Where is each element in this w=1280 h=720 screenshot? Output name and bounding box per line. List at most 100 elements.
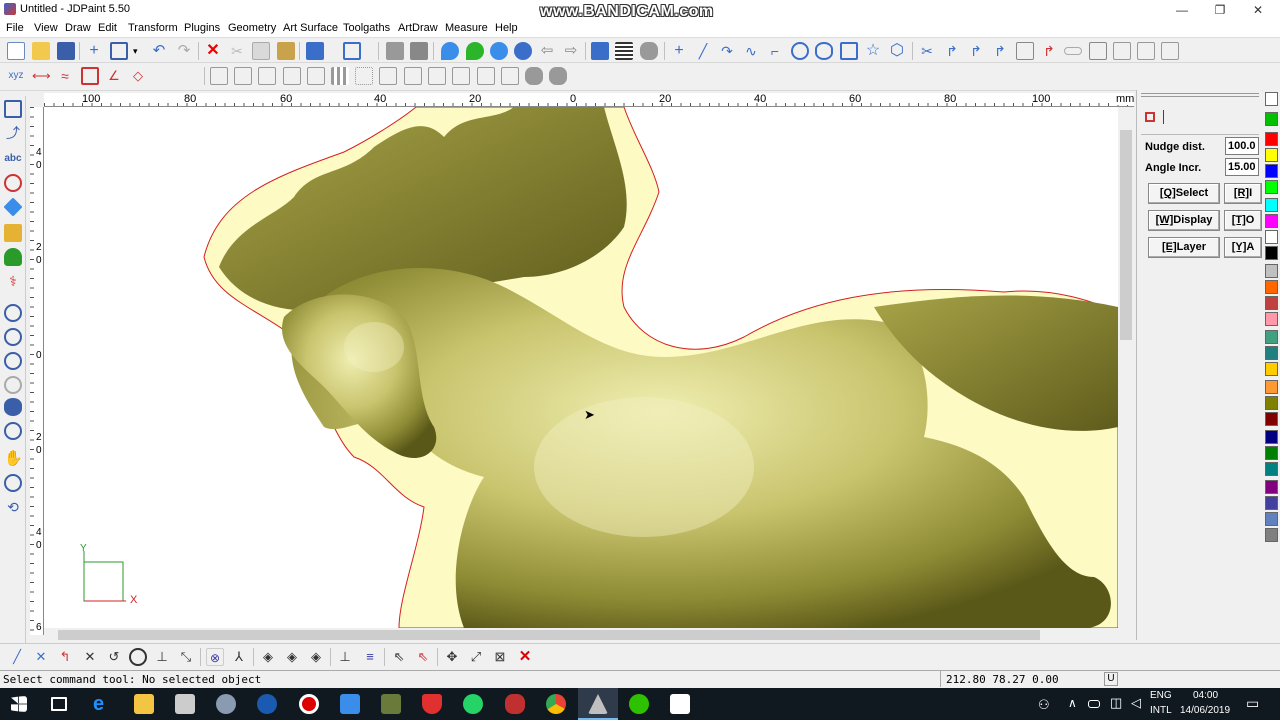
copy-icon[interactable] — [252, 42, 270, 60]
panel-grip[interactable] — [1141, 93, 1259, 97]
array-icon[interactable] — [331, 67, 349, 85]
windows-start-icon[interactable] — [11, 696, 27, 712]
r-button[interactable]: [R]I — [1224, 183, 1262, 204]
color-swatch[interactable] — [1265, 112, 1278, 126]
open-file-icon[interactable] — [32, 42, 50, 60]
color-swatch[interactable] — [1265, 198, 1278, 212]
polyline-icon[interactable]: ⌐ — [766, 42, 784, 60]
slot-icon[interactable] — [1064, 47, 1082, 55]
color-swatch[interactable] — [1265, 380, 1278, 394]
arrow-right-icon[interactable]: ⇨ — [562, 42, 580, 60]
cut-icon[interactable]: ✂ — [228, 42, 246, 60]
angle-incr-input[interactable]: 15.00 — [1225, 158, 1259, 176]
menu-art-surface[interactable]: Art Surface — [283, 22, 338, 34]
snap-endpoint-icon[interactable]: ✕ — [32, 648, 50, 666]
imo-icon[interactable] — [257, 694, 277, 714]
node-connect-icon[interactable] — [514, 42, 532, 60]
transform-scale-icon[interactable] — [307, 67, 325, 85]
group-icon[interactable] — [306, 42, 324, 60]
menu-measure[interactable]: Measure — [445, 22, 488, 34]
snap-arc-icon[interactable]: ↰ — [56, 648, 74, 666]
new-file-icon[interactable] — [7, 42, 25, 60]
vertical-scroll-thumb[interactable] — [1120, 130, 1132, 340]
delete-icon[interactable]: ✕ — [204, 42, 222, 60]
node-move-icon[interactable] — [490, 42, 508, 60]
mirror-icon[interactable] — [1137, 42, 1155, 60]
transform-mirror-icon[interactable] — [234, 67, 252, 85]
angle-icon[interactable]: ∠ — [105, 67, 123, 85]
close-button[interactable]: ✕ — [1238, 0, 1278, 20]
split-icon[interactable] — [501, 67, 519, 85]
color-swatch[interactable] — [1265, 480, 1278, 494]
wave-icon[interactable]: ≈ — [56, 67, 74, 85]
calculator-icon[interactable] — [175, 694, 195, 714]
color-swatch[interactable] — [1265, 330, 1278, 344]
window-app-icon[interactable] — [340, 694, 360, 714]
copy-array-icon[interactable] — [1113, 42, 1131, 60]
color-swatch[interactable] — [1265, 446, 1278, 460]
color-swatch[interactable] — [1265, 230, 1278, 244]
redo-icon[interactable]: ↷ — [175, 42, 193, 60]
polygon-icon[interactable]: ⬡ — [888, 42, 906, 60]
zoom-prev-icon[interactable] — [4, 422, 22, 440]
menu-artdraw[interactable]: ArtDraw — [398, 22, 438, 34]
video-editor-icon[interactable] — [670, 694, 690, 714]
combine-icon[interactable] — [477, 67, 495, 85]
line-icon[interactable]: ╱ — [694, 42, 712, 60]
save-icon[interactable] — [57, 42, 75, 60]
menu-geometry[interactable]: Geometry — [228, 22, 276, 34]
snap-intersect-icon[interactable]: ✕ — [81, 648, 99, 666]
horizontal-scroll-thumb[interactable] — [58, 630, 1040, 640]
color-swatch[interactable] — [1265, 214, 1278, 228]
ellipse-icon[interactable] — [815, 42, 833, 60]
color-swatch[interactable] — [1265, 362, 1278, 376]
menu-transform[interactable]: Transform — [128, 22, 178, 34]
color-swatch[interactable] — [1265, 148, 1278, 162]
diamond-icon[interactable] — [3, 197, 23, 217]
shield-icon[interactable] — [525, 67, 543, 85]
design-app-icon[interactable] — [381, 694, 401, 714]
snap-line-icon[interactable]: ╱ — [8, 648, 26, 666]
color-swatch[interactable] — [1265, 462, 1278, 476]
clock-date[interactable]: 14/06/2019 — [1180, 705, 1230, 716]
lock-icon[interactable] — [386, 42, 404, 60]
color-swatch[interactable] — [1265, 246, 1278, 260]
chrome-icon[interactable] — [546, 694, 566, 714]
select-box-icon[interactable] — [110, 42, 128, 60]
zoom-realtime-icon[interactable] — [4, 474, 22, 492]
undo-icon[interactable]: ↶ — [150, 42, 168, 60]
color-swatch[interactable] — [1265, 180, 1278, 194]
layer-view-icon[interactable] — [591, 42, 609, 60]
people-icon[interactable]: ⚇ — [1038, 697, 1050, 713]
select-button[interactable]: [Q]Select — [1148, 183, 1220, 204]
menu-view[interactable]: View — [34, 22, 58, 34]
task-view-icon[interactable] — [51, 697, 67, 711]
zoom-out-icon[interactable] — [4, 328, 22, 346]
color-swatch[interactable] — [1265, 264, 1278, 278]
dot-grid-icon[interactable] — [355, 67, 373, 85]
jar-app-icon[interactable] — [505, 694, 525, 714]
color-swatch[interactable] — [1265, 132, 1278, 146]
clock-time[interactable]: 04:00 — [1193, 690, 1218, 701]
maximize-button[interactable]: ❐ — [1200, 0, 1240, 20]
color-swatch[interactable] — [1265, 396, 1278, 410]
rotate-view-icon[interactable]: ⟲ — [4, 498, 22, 516]
notification-icon[interactable]: ▭ — [1246, 695, 1259, 712]
align-icon[interactable] — [1161, 42, 1179, 60]
zoom-window-icon[interactable] — [4, 304, 22, 322]
display-button[interactable]: [W]Display — [1148, 210, 1220, 231]
color-swatch[interactable] — [1265, 512, 1278, 526]
corner-icon[interactable] — [1016, 42, 1034, 60]
chain-icon[interactable] — [404, 67, 422, 85]
menu-file[interactable]: File — [6, 22, 24, 34]
tray-expand-icon[interactable]: ∧ — [1068, 696, 1077, 710]
transform-skew-icon[interactable] — [283, 67, 301, 85]
fill-icon[interactable] — [4, 248, 22, 266]
chevron-down-icon[interactable]: ▾ — [133, 42, 143, 60]
color-swatch[interactable] — [1265, 296, 1278, 310]
shield-alt-icon[interactable] — [549, 67, 567, 85]
snap-move-icon[interactable]: ✥ — [443, 648, 461, 666]
antivirus-icon[interactable] — [422, 694, 442, 714]
xyz-icon[interactable]: xyz — [7, 67, 25, 85]
snap-diamond-alt-icon[interactable]: ◈ — [283, 648, 301, 666]
